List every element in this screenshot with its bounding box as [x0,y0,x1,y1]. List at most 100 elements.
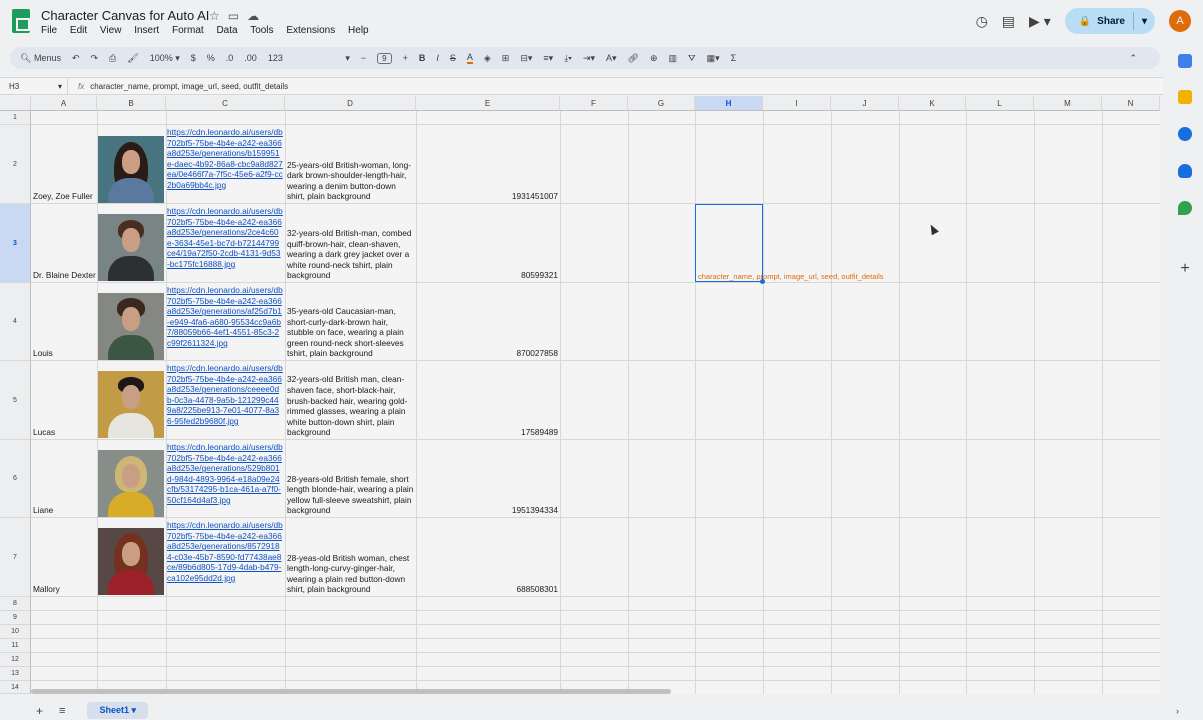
zoom-select[interactable]: 100% ▾ [150,53,180,64]
text-wrapping-icon[interactable]: ⇥▾ [583,53,595,64]
insert-chart-icon[interactable]: ▥ [669,53,678,64]
menu-extensions[interactable]: Extensions [286,25,335,36]
insert-link-icon[interactable]: 🔗︎ [628,53,639,64]
column-header-j[interactable]: J [831,96,899,111]
cell-c6-link[interactable]: https://cdn.leonardo.ai/users/db702bf5-7… [167,442,283,517]
filter-views-icon[interactable]: ▦▾ [707,53,720,64]
cell-d2[interactable]: 25-years-old British-woman, long-dark br… [287,125,415,203]
character-photo[interactable] [98,371,164,438]
increase-decimal-button[interactable]: .00 [244,53,257,63]
fill-color-icon[interactable]: ◈ [484,53,491,64]
text-rotation-icon[interactable]: A▾ [606,53,617,64]
menu-view[interactable]: View [100,25,122,36]
vertical-align-icon[interactable]: ⤓▾ [564,53,572,64]
character-photo[interactable] [98,214,164,281]
currency-format-button[interactable]: $ [191,53,196,63]
cell-a2[interactable]: Zoey, Zoe Fuller [33,125,96,203]
column-header-g[interactable]: G [628,96,695,111]
formula-input[interactable]: character_name, prompt, image_url, seed,… [90,82,288,91]
sheet-tab-sheet1[interactable]: Sheet1 ▾ [87,702,148,719]
row-header-2[interactable]: 2 [0,125,31,204]
menu-edit[interactable]: Edit [70,25,87,36]
cell-d6[interactable]: 28-years-old British female, short lengt… [287,440,415,517]
cell-d4[interactable]: 35-years-old Caucasian-man, short-curly-… [287,283,415,360]
undo-icon[interactable]: ↶ [72,53,80,64]
row-header-5[interactable]: 5 [0,361,31,440]
cell-d5[interactable]: 32-years-old British man, clean-shaven f… [287,361,415,439]
row-header-8[interactable]: 8 [0,597,31,611]
cell-e5[interactable]: 17589489 [417,361,558,439]
merge-cells-icon[interactable]: ⊟▾ [520,53,532,64]
meet-icon[interactable]: ▶ ▾ [1029,13,1051,30]
font-size-decrease-button[interactable]: − [361,53,366,63]
font-size-input[interactable]: 9 [377,52,392,64]
cell-e6[interactable]: 1951394334 [417,440,558,517]
cell-a3[interactable]: Dr. Blaine Dexter [33,204,96,282]
cell-d3[interactable]: 32-years-old British-man, combed quiff-b… [287,204,415,282]
menu-help[interactable]: Help [348,25,369,36]
menu-data[interactable]: Data [216,25,237,36]
selected-cell-h3[interactable] [695,204,765,284]
comments-icon[interactable]: ▤ [1002,13,1015,30]
cell-e2[interactable]: 1931451007 [417,125,558,203]
row-header-6[interactable]: 6 [0,440,31,518]
column-header-l[interactable]: L [966,96,1034,111]
star-icon[interactable]: ☆ [209,9,220,23]
row-header-7[interactable]: 7 [0,518,31,597]
share-dropdown-icon[interactable]: ▾ [1142,16,1147,27]
document-title[interactable]: Character Canvas for Auto AI [41,8,209,23]
row-header-13[interactable]: 13 [0,667,31,681]
cell-c4-link[interactable]: https://cdn.leonardo.ai/users/db702bf5-7… [167,285,283,360]
decrease-decimal-button[interactable]: .0 [226,53,234,63]
cell-c3-link[interactable]: https://cdn.leonardo.ai/users/db702bf5-7… [167,206,283,282]
bold-icon[interactable]: B [419,53,426,63]
cell-a7[interactable]: Mallory [33,518,96,596]
share-button[interactable]: 🔒 Share ▾ [1064,8,1155,34]
cell-d7[interactable]: 28-yeas-old British woman, chest length-… [287,518,415,596]
sheets-logo-icon[interactable] [12,9,30,33]
paint-format-icon[interactable]: 🖌︎ [127,53,138,64]
percent-format-button[interactable]: % [207,53,215,63]
column-header-d[interactable]: D [285,96,416,111]
row-header-11[interactable]: 11 [0,639,31,653]
row-header-10[interactable]: 10 [0,625,31,639]
character-photo[interactable] [98,528,164,595]
menu-tools[interactable]: Tools [250,25,273,36]
column-header-e[interactable]: E [416,96,560,111]
column-header-c[interactable]: C [166,96,285,111]
tasks-icon[interactable] [1178,127,1192,141]
search-menus-icon[interactable]: 🔍︎ Menus [20,53,61,64]
avatar[interactable]: A [1169,10,1191,32]
filter-icon[interactable]: ⛛ [688,53,696,64]
functions-icon[interactable]: Σ [731,53,737,63]
spreadsheet-grid[interactable]: A B C D E F G H I J K L M N 1 2 3 4 5 6 … [0,96,1160,694]
keep-icon[interactable] [1178,90,1192,104]
row-header-12[interactable]: 12 [0,653,31,667]
maps-icon[interactable] [1178,201,1192,215]
strikethrough-icon[interactable]: S [450,53,456,63]
print-icon[interactable]: ⎙ [109,53,116,64]
cell-c7-link[interactable]: https://cdn.leonardo.ai/users/db702bf5-7… [167,520,283,596]
column-header-a[interactable]: A [31,96,97,111]
cell-a5[interactable]: Lucas [33,361,96,439]
select-all-corner[interactable] [0,96,31,111]
row-header-1[interactable]: 1 [0,111,31,125]
cell-c5-link[interactable]: https://cdn.leonardo.ai/users/db702bf5-7… [167,363,283,439]
column-header-m[interactable]: M [1034,96,1102,111]
column-header-n[interactable]: N [1102,96,1160,111]
all-sheets-icon[interactable]: ≡ [59,705,65,717]
cell-e3[interactable]: 80599321 [417,204,558,282]
horizontal-scrollbar[interactable] [31,689,671,694]
font-family-select[interactable]: ▾ [294,53,350,64]
font-size-increase-button[interactable]: + [403,53,408,63]
column-header-i[interactable]: I [763,96,831,111]
menu-format[interactable]: Format [172,25,204,36]
horizontal-align-icon[interactable]: ≡▾ [543,53,553,64]
borders-icon[interactable]: ⊞ [502,53,510,64]
collapse-toolbar-icon[interactable]: ⌃ [1129,53,1137,64]
contacts-icon[interactable] [1178,164,1192,178]
row-header-14[interactable]: 14 [0,681,31,694]
italic-icon[interactable]: I [436,53,439,63]
cloud-status-icon[interactable]: ☁ [247,9,259,23]
row-header-3[interactable]: 3 [0,204,31,283]
